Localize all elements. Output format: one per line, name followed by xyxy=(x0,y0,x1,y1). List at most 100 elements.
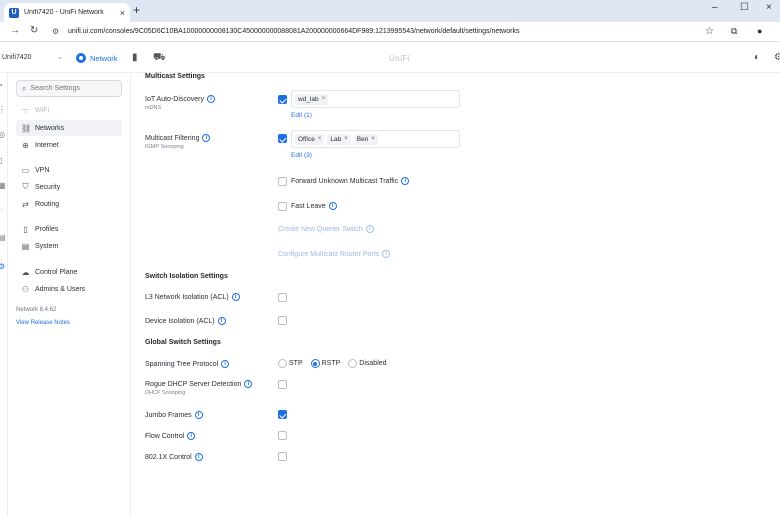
multicast-filtering-checkbox[interactable] xyxy=(278,134,287,143)
info-icon[interactable]: i xyxy=(231,293,240,301)
info-icon[interactable]: i xyxy=(401,177,410,185)
network-chip: wd_lab × xyxy=(295,93,329,105)
l3-isolation-checkbox[interactable] xyxy=(278,293,287,302)
iot-auto-discovery-label: IoT Auto-Discovery i xyxy=(145,95,216,103)
info-icon[interactable]: i xyxy=(194,411,203,419)
filtering-edit-link[interactable]: Edit (3) xyxy=(291,152,312,159)
device-isolation-checkbox[interactable] xyxy=(278,316,287,325)
rail-stats-icon[interactable]: ▦ xyxy=(0,181,6,190)
sidebar-item-label: Routing xyxy=(35,200,60,208)
rail-clients-icon[interactable]: ▯ xyxy=(0,156,2,165)
forward-icon[interactable]: → xyxy=(10,25,20,36)
l3-isolation-label: L3 Network Isolation (ACL) i xyxy=(145,293,240,301)
forward-unknown-label: Forward Unknown Multicast Traffic i xyxy=(291,177,410,185)
window-close-icon[interactable]: × xyxy=(766,2,772,13)
info-icon[interactable]: i xyxy=(217,317,226,325)
url-text[interactable]: unifi.ui.com/consoles/9C05D6C10BA1000000… xyxy=(68,28,519,35)
sidebar-item-system[interactable]: ▤ System xyxy=(16,238,122,254)
device-icon[interactable]: ▮ xyxy=(132,52,138,63)
bookmark-star-icon[interactable]: ☆ xyxy=(705,26,714,37)
tab-close-icon[interactable]: × xyxy=(120,8,125,18)
reload-icon[interactable]: ↻ xyxy=(30,25,38,36)
release-notes-link[interactable]: View Release Notes xyxy=(16,320,70,326)
flow-control-checkbox[interactable] xyxy=(278,431,287,440)
gateway-icon[interactable]: ⛟ xyxy=(153,52,166,65)
network-app-icon[interactable] xyxy=(76,53,86,63)
iot-edit-link[interactable]: Edit (1) xyxy=(291,112,312,119)
rail-alerts-icon[interactable]: ◌ xyxy=(0,206,3,215)
profile-icon[interactable]: ● xyxy=(757,26,762,36)
dot1x-control-checkbox[interactable] xyxy=(278,452,287,461)
site-info-icon[interactable]: ⚙ xyxy=(52,27,59,36)
routing-icon: ⇄ xyxy=(22,199,29,209)
sidebar-item-networks[interactable]: ⛓ Networks xyxy=(16,120,122,136)
info-icon[interactable]: i xyxy=(194,453,203,461)
create-querier-switch-link[interactable]: Create New Querier Switch i xyxy=(278,225,374,233)
sidebar-item-wifi[interactable]: ᯤ WiFi xyxy=(16,102,122,118)
remove-chip-icon[interactable]: × xyxy=(318,136,322,142)
remove-chip-icon[interactable]: × xyxy=(344,136,348,142)
browser-tab[interactable]: U Unifi7420 - UniFi Network × xyxy=(4,3,130,22)
new-tab-icon[interactable]: + xyxy=(133,3,140,17)
flow-control-text: Flow Control xyxy=(145,432,185,440)
stp-option-rstp[interactable]: RSTP xyxy=(310,359,340,368)
dot1x-control-label: 802.1X Control i xyxy=(145,453,203,461)
rail-dashboard-icon[interactable]: ◔ xyxy=(0,81,3,90)
info-icon[interactable]: i xyxy=(202,134,211,142)
settings-gear-icon[interactable]: ⚙ xyxy=(774,52,780,63)
chevron-down-icon[interactable]: ⌄ xyxy=(57,53,63,61)
search-input[interactable] xyxy=(30,85,116,92)
sidebar-item-control-plane[interactable]: ☁ Control Plane xyxy=(16,264,122,280)
rail-settings-icon[interactable]: ⚙ xyxy=(0,262,5,271)
jumbo-frames-checkbox[interactable] xyxy=(278,410,287,419)
radio-button[interactable] xyxy=(278,359,287,368)
info-icon[interactable]: i xyxy=(328,202,337,210)
sidebar-item-profiles[interactable]: ▯ Profiles xyxy=(16,221,122,237)
sidebar-item-vpn[interactable]: ▭ VPN xyxy=(16,162,122,178)
fast-leave-checkbox[interactable] xyxy=(278,202,287,211)
stp-option-disabled[interactable]: Disabled xyxy=(348,359,387,368)
search-box[interactable]: ⌕ xyxy=(16,80,122,97)
maximize-icon[interactable]: ☐ xyxy=(740,2,749,13)
networks-icon: ⛓ xyxy=(21,123,32,133)
remove-chip-icon[interactable]: × xyxy=(322,96,326,102)
site-selector[interactable]: Unifi7420 xyxy=(2,54,32,61)
app-name[interactable]: Network xyxy=(90,54,118,63)
sidebar-item-security[interactable]: ⛉ Security xyxy=(16,179,122,195)
iot-networks-select[interactable]: wd_lab × xyxy=(291,90,460,108)
info-icon[interactable]: i xyxy=(207,95,216,103)
app-header: Unifi7420 ⌄ Network ▮ ⛟ UniFi ◐ ⚙ xyxy=(0,43,780,73)
info-icon[interactable]: i xyxy=(221,360,230,368)
info-icon[interactable]: i xyxy=(244,380,253,388)
remove-chip-icon[interactable]: × xyxy=(371,136,375,142)
rail-topology-icon[interactable]: ⋮ xyxy=(0,105,6,114)
unifi-favicon-icon: U xyxy=(9,7,19,18)
extensions-icon[interactable]: ⧉ xyxy=(731,26,737,37)
rail-devices-icon[interactable]: ◎ xyxy=(0,130,5,139)
iot-auto-discovery-checkbox[interactable] xyxy=(278,95,287,104)
sidebar-item-routing[interactable]: ⇄ Routing xyxy=(16,196,122,212)
forward-unknown-checkbox[interactable] xyxy=(278,177,287,186)
sidebar-item-admins-users[interactable]: ⚇ Admins & Users xyxy=(16,281,122,297)
info-icon[interactable]: i xyxy=(382,250,391,258)
network-chip: Lab × xyxy=(327,133,351,145)
rogue-dhcp-checkbox[interactable] xyxy=(278,380,287,389)
info-icon[interactable]: i xyxy=(365,225,374,233)
filtering-label-text: Multicast Filtering xyxy=(145,134,200,142)
theme-toggle-icon[interactable]: ◐ xyxy=(754,52,760,63)
brand-logo: UniFi xyxy=(389,54,411,63)
stp-option-stp[interactable]: STP xyxy=(278,359,303,368)
minimize-icon[interactable]: – xyxy=(712,2,718,13)
wifi-icon: ᯤ xyxy=(21,105,30,115)
system-icon: ▤ xyxy=(21,241,30,251)
sidebar-item-internet[interactable]: ⊕ Internet xyxy=(16,137,122,153)
settings-sidebar: ⌕ ᯤ WiFi ⛓ Networks ⊕ Internet ▭ VPN ⛉ S… xyxy=(11,73,129,516)
radio-button-selected[interactable] xyxy=(310,359,320,368)
configure-router-ports-link[interactable]: Configure Multicast Router Ports i xyxy=(278,250,391,258)
info-icon[interactable]: i xyxy=(187,432,196,440)
rail-logs-icon[interactable]: ▤ xyxy=(0,233,6,242)
globe-icon: ⊕ xyxy=(22,140,29,150)
radio-label: STP xyxy=(289,360,303,367)
filtering-networks-select[interactable]: Office × Lab × Ben × xyxy=(291,130,460,148)
radio-button[interactable] xyxy=(348,359,358,368)
